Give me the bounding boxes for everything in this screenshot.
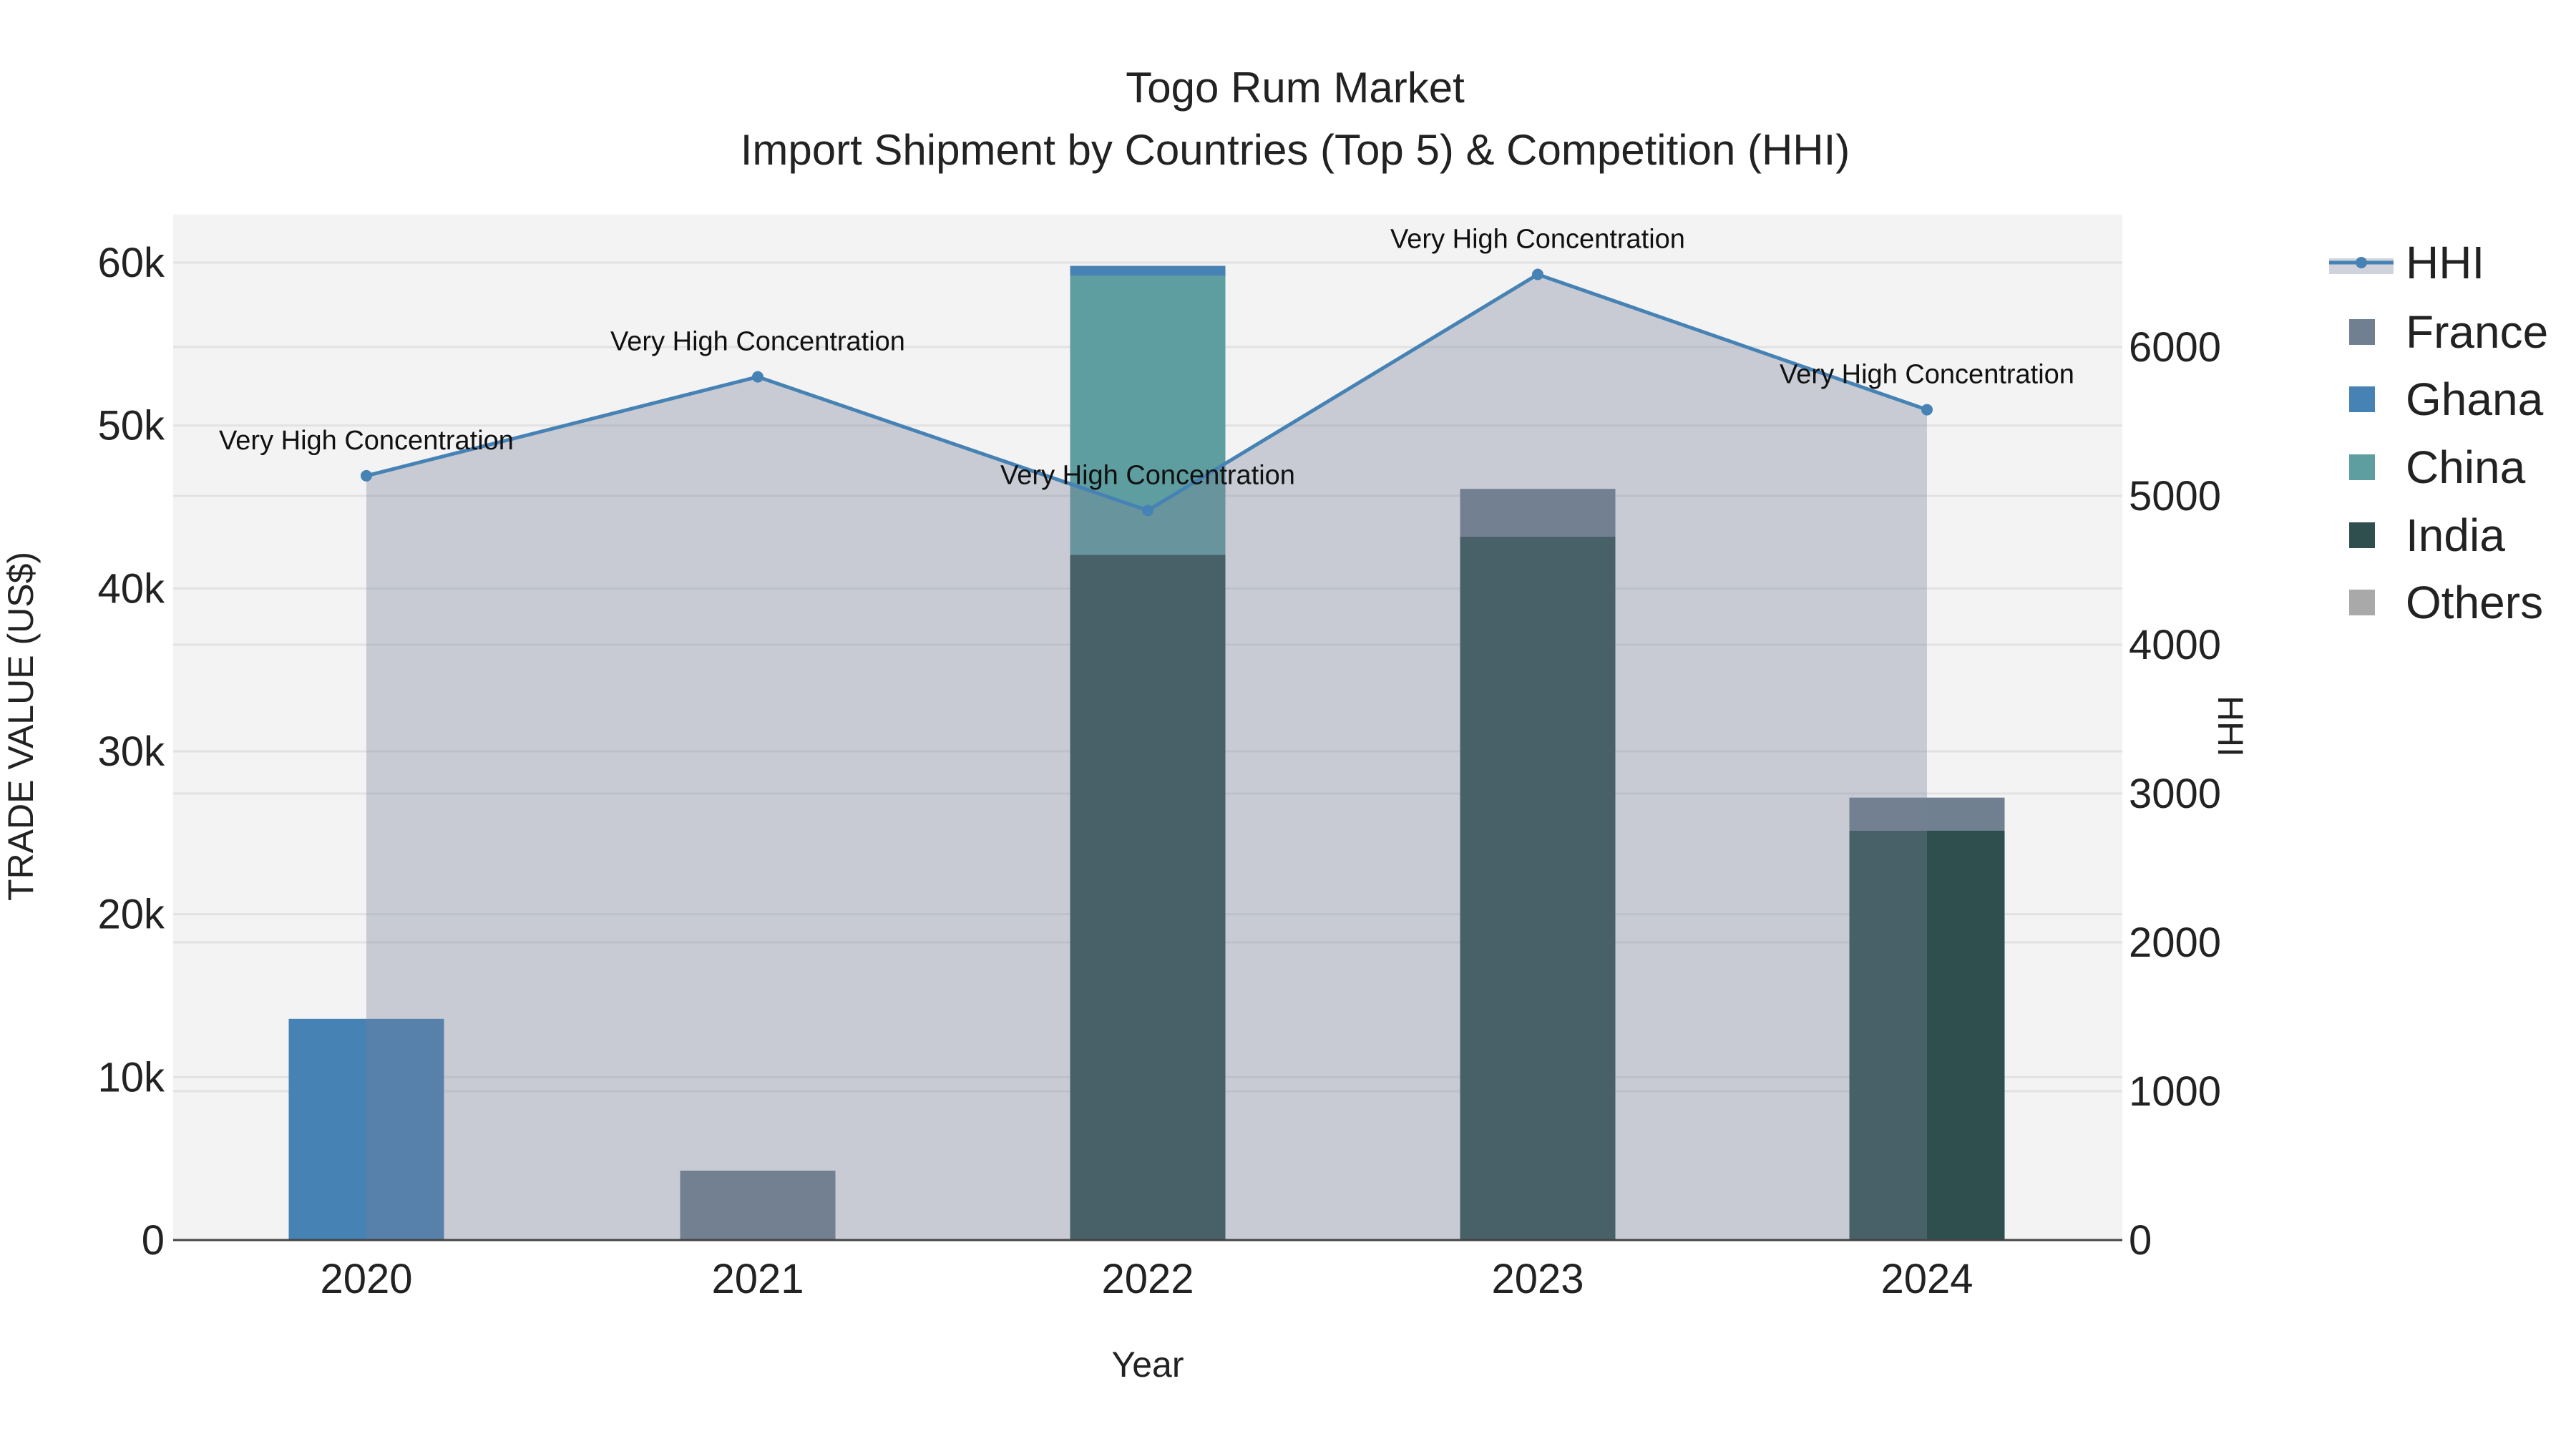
y-tick-label: 30k: [97, 728, 165, 775]
y-tick-label: 0: [142, 1217, 165, 1264]
y2-tick-label: 5000: [2129, 473, 2221, 519]
hhi-annotation: Very High Concentration: [1000, 460, 1295, 490]
hhi-annotation: Very High Concentration: [610, 327, 905, 357]
y2-tick-label: 6000: [2129, 324, 2221, 371]
x-axis-title: Year: [1111, 1345, 1184, 1385]
hhi-point-2022: [1142, 504, 1153, 517]
hhi-annotation: Very High Concentration: [219, 426, 514, 456]
legend-swatch-india: [2349, 522, 2375, 548]
y-tick-label: 60k: [97, 240, 165, 286]
chart-subtitle: Import Shipment by Countries (Top 5) & C…: [741, 126, 1850, 174]
y2-tick-label: 2000: [2129, 919, 2221, 966]
legend: HHI France Ghana China India Others: [2329, 237, 2548, 628]
legend-item-ghana[interactable]: Ghana: [2406, 374, 2544, 425]
legend-hhi-marker: [2356, 257, 2367, 268]
hhi-point-2023: [1532, 268, 1543, 280]
legend-item-china[interactable]: China: [2406, 441, 2526, 493]
y2-tick-label: 3000: [2129, 771, 2221, 817]
y-axis-title: TRADE VALUE (US$): [1, 552, 41, 901]
legend-item-hhi[interactable]: HHI: [2406, 237, 2484, 288]
legend-swatch-others: [2349, 590, 2375, 615]
y-tick-label: 50k: [97, 403, 165, 449]
y-tick-label: 10k: [97, 1054, 165, 1101]
legend-item-india[interactable]: India: [2406, 509, 2505, 561]
hhi-annotation: Very High Concentration: [1390, 224, 1685, 254]
hhi-point-2024: [1921, 404, 1933, 416]
y2-tick-label: 1000: [2129, 1068, 2221, 1115]
y2-tick-label: 0: [2129, 1217, 2152, 1264]
legend-item-france[interactable]: France: [2406, 306, 2548, 358]
y-tick-label: 40k: [97, 565, 165, 612]
x-tick-label: 2020: [320, 1256, 412, 1302]
x-tick-label: 2022: [1101, 1256, 1194, 1302]
x-tick-label: 2024: [1880, 1256, 1973, 1302]
y2-axis-title: HHI: [2210, 696, 2250, 757]
x-tick-label: 2021: [711, 1256, 804, 1302]
bar-ghana-2022: [1070, 265, 1226, 276]
hhi-point-2021: [752, 371, 763, 383]
legend-item-others[interactable]: Others: [2406, 577, 2543, 628]
y2-tick-label: 4000: [2129, 622, 2221, 668]
legend-swatch-france: [2349, 319, 2375, 345]
legend-swatch-ghana: [2349, 386, 2375, 412]
hhi-annotation: Very High Concentration: [1780, 360, 2074, 390]
chart-title: Togo Rum Market: [1126, 64, 1465, 112]
x-tick-label: 2023: [1491, 1256, 1584, 1302]
hhi-point-2020: [361, 469, 372, 482]
y-tick-label: 20k: [97, 892, 165, 938]
chart: 0 10k 20k 30k 40k 50k 60k 0 1000 2000 3000 4000 5000…: [1, 64, 2548, 1385]
legend-swatch-china: [2349, 454, 2375, 480]
